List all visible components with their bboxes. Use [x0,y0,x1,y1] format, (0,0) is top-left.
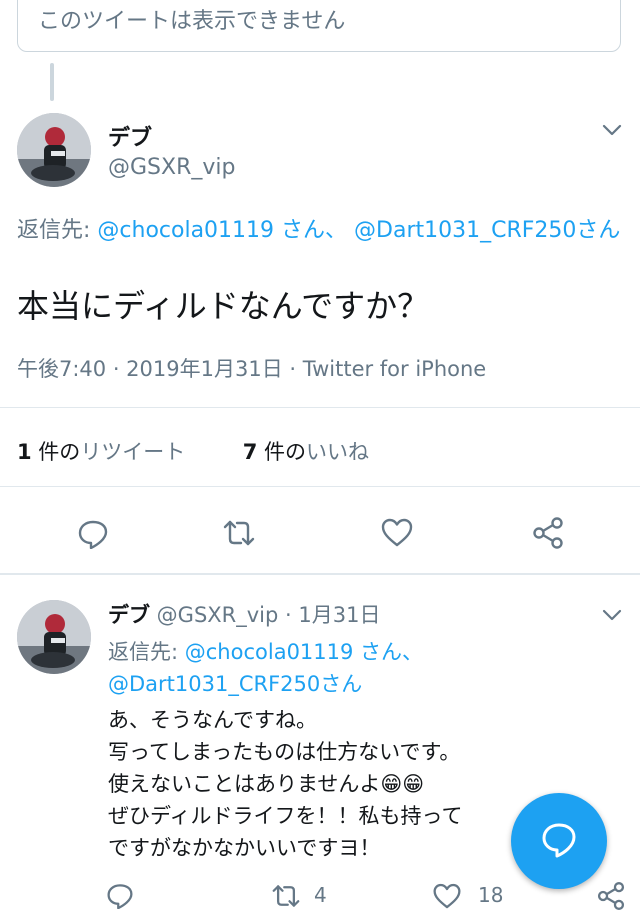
compose-reply-icon [542,823,576,858]
engagement-stats: 1 件のリツイート 7 件のいいね [17,436,369,466]
unavailable-tweet-box: このツイートは表示できません [17,0,621,52]
reply-user-link[interactable]: @chocola01119 さん [97,218,325,243]
share-icon[interactable] [531,516,565,554]
reply-prefix: 返信先: [108,640,185,664]
tweet-text: 本当にディルドなんですか？ [17,287,430,325]
reply-suffix: さん [320,672,363,696]
avatar[interactable] [17,113,91,187]
reply-icon[interactable] [106,881,134,913]
reply-suffix: さん [576,218,621,243]
tweet-meta: 午後7:40 · 2019年1月31日 · Twitter for iPhone [17,357,487,381]
avatar[interactable] [17,600,91,674]
user-handle[interactable]: @GSXR_vip [108,155,235,180]
reply-context: 返信先: @chocola01119 さん、 @Dart1031_CRF250さ… [17,216,625,246]
display-name[interactable]: デブ [108,120,152,152]
display-name[interactable]: デブ [108,603,150,627]
like-count: 18 [478,883,504,907]
divider [0,407,640,408]
tweet-text-line: あ、そうなんですね。 [108,708,317,732]
reply-user-link[interactable]: @chocola01119 さん、 [185,640,423,664]
reply-prefix: 返信先: [17,218,98,243]
reply-user-link[interactable]: @Dart1031_CRF250 [354,218,576,243]
retweet-icon[interactable] [270,882,302,914]
handle-date: @GSXR_vip · 1月31日 [150,603,381,627]
avatar-image [17,113,91,187]
avatar-image [17,600,91,674]
like-icon[interactable] [380,518,414,552]
divider [0,486,640,487]
divider [0,573,640,575]
unavailable-text: このツイートは表示できません [38,9,346,34]
thread-line [50,63,54,101]
chevron-down-icon[interactable] [600,603,624,631]
reply-icon[interactable] [77,517,109,553]
reply-separator: 、 [325,218,355,243]
chevron-down-icon[interactable] [600,118,624,146]
like-stat[interactable]: 7 件のいいね [243,440,369,464]
reply-header: デブ @GSXR_vip · 1月31日 [108,599,380,629]
tweet-text-line: 写ってしまったものは仕方ないです。 [108,740,461,764]
like-icon[interactable] [432,883,462,914]
retweet-count: 4 [314,883,327,907]
retweet-stat[interactable]: 1 件のリツイート [17,440,185,464]
reply-user-link[interactable]: @Dart1031_CRF250 [108,672,320,696]
retweet-icon[interactable] [221,517,257,553]
reply-context: 返信先: @chocola01119 さん、 @Dart1031_CRF250さ… [108,636,608,700]
compose-reply-button[interactable] [511,793,607,889]
